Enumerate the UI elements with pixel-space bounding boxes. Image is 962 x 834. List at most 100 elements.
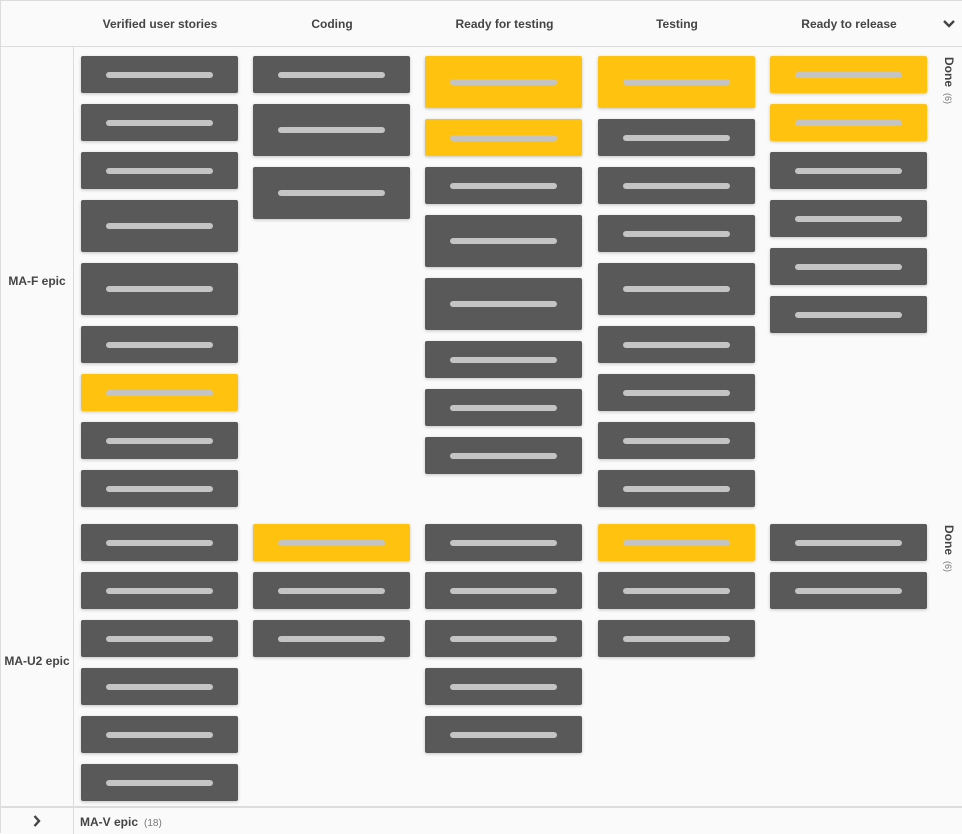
kanban-card[interactable] bbox=[81, 716, 238, 753]
kanban-card[interactable] bbox=[598, 470, 755, 507]
card-title-placeholder bbox=[106, 223, 213, 229]
corner-header bbox=[1, 1, 75, 47]
kanban-card[interactable] bbox=[81, 374, 238, 411]
card-title-placeholder bbox=[450, 587, 557, 594]
card-title-placeholder bbox=[623, 341, 730, 348]
card-title-placeholder bbox=[795, 539, 902, 546]
card-title-placeholder bbox=[106, 389, 213, 396]
kanban-card[interactable] bbox=[81, 152, 238, 189]
kanban-card[interactable] bbox=[253, 524, 410, 561]
kanban-card[interactable] bbox=[81, 326, 238, 363]
kanban-card[interactable] bbox=[81, 104, 238, 141]
kanban-card[interactable] bbox=[425, 278, 582, 330]
kanban-card[interactable] bbox=[598, 572, 755, 609]
kanban-card[interactable] bbox=[770, 524, 927, 561]
card-title-placeholder bbox=[450, 356, 557, 363]
card-title-placeholder bbox=[795, 215, 902, 222]
kanban-card[interactable] bbox=[425, 572, 582, 609]
card-title-placeholder bbox=[278, 539, 385, 546]
expand-row-button[interactable] bbox=[1, 808, 74, 834]
card-title-placeholder bbox=[623, 389, 730, 396]
kanban-card[interactable] bbox=[598, 374, 755, 411]
kanban-card[interactable] bbox=[425, 167, 582, 204]
collapse-columns-button[interactable] bbox=[935, 1, 962, 47]
card-title-placeholder bbox=[450, 238, 557, 244]
kanban-card[interactable] bbox=[425, 389, 582, 426]
done-column[interactable]: Done (6) bbox=[935, 515, 962, 807]
column-header-ready-to-release[interactable]: Ready to release bbox=[763, 1, 936, 47]
kanban-card[interactable] bbox=[770, 152, 927, 189]
kanban-card[interactable] bbox=[81, 263, 238, 315]
kanban-card[interactable] bbox=[425, 56, 582, 108]
kanban-card[interactable] bbox=[598, 215, 755, 252]
kanban-card[interactable] bbox=[598, 326, 755, 363]
kanban-card[interactable] bbox=[81, 668, 238, 705]
collapsed-swimlane-ma-v[interactable]: MA-V epic (18) bbox=[1, 807, 962, 834]
done-column[interactable]: Done (6) bbox=[935, 47, 962, 516]
kanban-card[interactable] bbox=[81, 56, 238, 93]
kanban-card[interactable] bbox=[81, 422, 238, 459]
kanban-card[interactable] bbox=[770, 248, 927, 285]
card-title-placeholder bbox=[450, 635, 557, 642]
card-title-placeholder bbox=[278, 635, 385, 642]
kanban-card[interactable] bbox=[81, 572, 238, 609]
card-title-placeholder bbox=[106, 167, 213, 174]
cell-verified bbox=[74, 47, 247, 516]
kanban-card[interactable] bbox=[598, 620, 755, 657]
kanban-card[interactable] bbox=[81, 764, 238, 801]
kanban-card[interactable] bbox=[770, 296, 927, 333]
card-title-placeholder bbox=[623, 230, 730, 237]
card-title-placeholder bbox=[450, 301, 557, 307]
kanban-card[interactable] bbox=[253, 56, 410, 93]
cell-testing bbox=[591, 515, 764, 807]
kanban-card[interactable] bbox=[425, 341, 582, 378]
kanban-card[interactable] bbox=[425, 716, 582, 753]
kanban-card[interactable] bbox=[425, 437, 582, 474]
card-title-placeholder bbox=[623, 635, 730, 642]
done-count: (6) bbox=[943, 93, 953, 104]
column-header-testing[interactable]: Testing bbox=[591, 1, 764, 47]
swimlane-header[interactable]: MA-U2 epic bbox=[1, 515, 74, 807]
kanban-card[interactable] bbox=[81, 524, 238, 561]
column-title: Ready for testing bbox=[455, 16, 554, 31]
cell-verified bbox=[74, 515, 247, 807]
column-header-ready-for-testing[interactable]: Ready for testing bbox=[418, 1, 592, 47]
kanban-card[interactable] bbox=[598, 167, 755, 204]
kanban-card[interactable] bbox=[598, 56, 755, 108]
cell-ready-to-release bbox=[763, 515, 936, 807]
card-title-placeholder bbox=[795, 71, 902, 78]
card-title-placeholder bbox=[106, 485, 213, 492]
kanban-card[interactable] bbox=[253, 104, 410, 156]
kanban-card[interactable] bbox=[598, 524, 755, 561]
kanban-card[interactable] bbox=[770, 200, 927, 237]
swimlane-header[interactable]: MA-F epic bbox=[1, 47, 74, 516]
column-title: Ready to release bbox=[801, 16, 897, 31]
swimlane-count: (18) bbox=[144, 818, 162, 829]
kanban-card[interactable] bbox=[253, 572, 410, 609]
chevron-right-icon bbox=[33, 815, 41, 827]
kanban-card[interactable] bbox=[81, 200, 238, 252]
card-title-placeholder bbox=[623, 79, 730, 85]
kanban-card[interactable] bbox=[425, 620, 582, 657]
column-header-coding[interactable]: Coding bbox=[246, 1, 419, 47]
kanban-card[interactable] bbox=[598, 263, 755, 315]
kanban-card[interactable] bbox=[425, 215, 582, 267]
kanban-card[interactable] bbox=[770, 572, 927, 609]
kanban-card[interactable] bbox=[253, 620, 410, 657]
column-header-verified[interactable]: Verified user stories bbox=[74, 1, 247, 47]
kanban-card[interactable] bbox=[425, 524, 582, 561]
card-title-placeholder bbox=[795, 167, 902, 174]
card-title-placeholder bbox=[450, 79, 557, 85]
kanban-card[interactable] bbox=[598, 422, 755, 459]
kanban-card[interactable] bbox=[598, 119, 755, 156]
card-title-placeholder bbox=[450, 731, 557, 738]
kanban-card[interactable] bbox=[81, 620, 238, 657]
kanban-card[interactable] bbox=[425, 119, 582, 156]
card-title-placeholder bbox=[106, 683, 213, 690]
kanban-card[interactable] bbox=[81, 470, 238, 507]
kanban-card[interactable] bbox=[253, 167, 410, 219]
kanban-card[interactable] bbox=[770, 104, 927, 141]
kanban-card[interactable] bbox=[425, 668, 582, 705]
kanban-card[interactable] bbox=[770, 56, 927, 93]
card-title-placeholder bbox=[106, 71, 213, 78]
